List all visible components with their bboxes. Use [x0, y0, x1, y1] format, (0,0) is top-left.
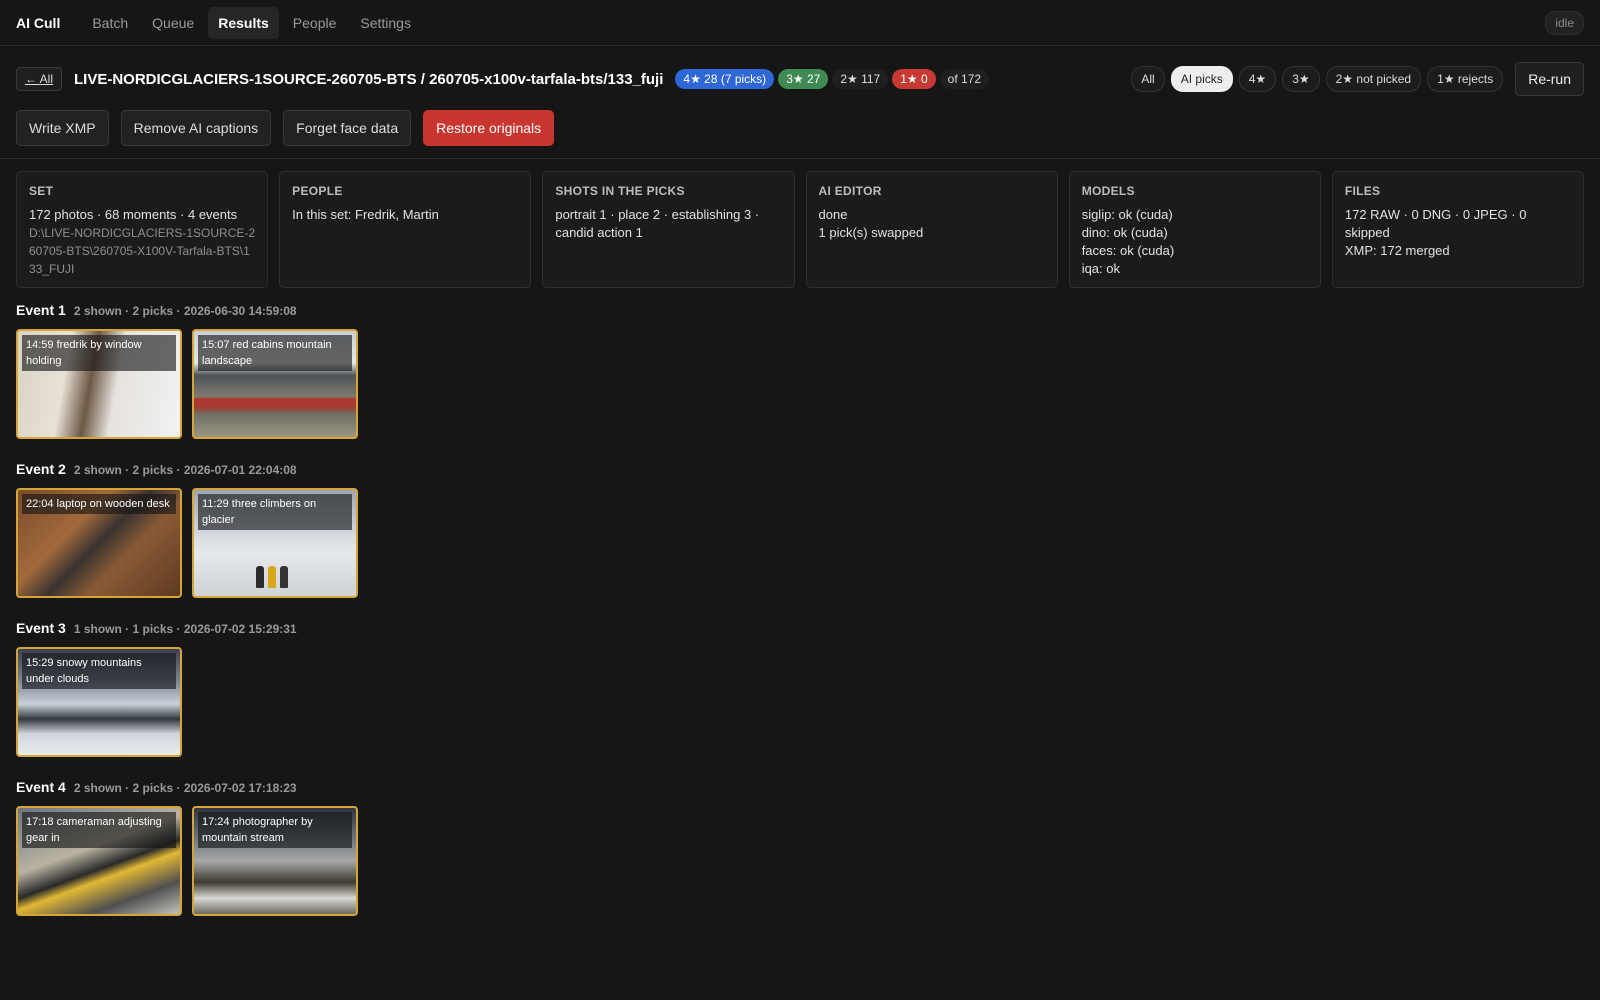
photo-caption: 15:29 snowy mountains under clouds [22, 653, 176, 689]
model-iqa: iqa: ok [1081, 261, 1120, 276]
photo-thumbnail[interactable]: 17:24 photographer by mountain stream [192, 806, 358, 916]
four-star-badge: 4★ 28 (7 picks) [675, 69, 775, 89]
photo-caption: 14:59 fredrik by window holding [22, 335, 176, 371]
total-count: of 172 [939, 69, 990, 89]
page-title: LIVE-NORDICGLACIERS-1SOURCE-260705-BTS /… [74, 70, 664, 88]
nav-batch[interactable]: Batch [82, 7, 138, 39]
nav-queue[interactable]: Queue [142, 7, 204, 39]
write-xmp-button[interactable]: Write XMP [16, 110, 109, 146]
editor-status: done [818, 207, 848, 222]
photo-caption: 17:24 photographer by mountain stream [198, 812, 352, 848]
people-list: In this set: Fredrik, Martin [292, 207, 439, 222]
filter-three-star[interactable]: 3★ [1282, 66, 1320, 92]
photo-caption: 22:04 laptop on wooden desk [22, 494, 176, 514]
files-card: FILES 172 RAW · 0 DNG · 0 JPEG · 0 skipp… [1331, 171, 1585, 288]
event-title: Event 1 [16, 302, 66, 318]
event-meta: 2 shown · 2 picks · 2026-07-02 17:18:23 [73, 781, 297, 795]
event-group: Event 4 2 shown · 2 picks · 2026-07-02 1… [16, 779, 1584, 916]
card-title: MODELS [1081, 184, 1135, 198]
event-meta: 2 shown · 2 picks · 2026-06-30 14:59:08 [73, 304, 297, 318]
model-siglip: siglip: ok (cuda) [1081, 207, 1173, 222]
event-title: Event 4 [16, 779, 66, 795]
shots-summary: portrait 1 · place 2 · establishing 3 · … [555, 207, 760, 240]
three-star-badge: 3★ 27 [778, 69, 829, 89]
filter-bar: All AI picks 4★ 3★ 2★ not picked 1★ reje… [1131, 62, 1584, 96]
results-header: ← All LIVE-NORDICGLACIERS-1SOURCE-260705… [0, 46, 1600, 159]
climber-figure [268, 566, 276, 588]
people-card: PEOPLE In this set: Fredrik, Martin [279, 171, 532, 288]
top-bar: AI Cull Batch Queue Results People Setti… [0, 0, 1600, 46]
ai-editor-card: AI EDITOR done 1 pick(s) swapped [805, 171, 1058, 288]
event-title: Event 2 [16, 461, 66, 477]
event-group: Event 2 2 shown · 2 picks · 2026-07-01 2… [16, 461, 1584, 598]
photo-thumbnail[interactable]: 22:04 laptop on wooden desk [16, 488, 182, 598]
set-summary: 172 photos · 68 moments · 4 events [29, 207, 238, 222]
app-title: AI Cull [16, 14, 61, 31]
card-title: PEOPLE [292, 184, 343, 198]
nav-results[interactable]: Results [208, 6, 279, 39]
events-list: Event 1 2 shown · 2 picks · 2026-06-30 1… [0, 288, 1600, 916]
forget-face-data-button[interactable]: Forget face data [283, 110, 412, 146]
filter-all[interactable]: All [1131, 66, 1165, 92]
photo-thumbnail[interactable]: 14:59 fredrik by window holding [16, 329, 182, 439]
photo-caption: 11:29 three climbers on glacier [198, 494, 352, 530]
card-title: SHOTS IN THE PICKS [555, 184, 685, 198]
event-meta: 2 shown · 2 picks · 2026-07-01 22:04:08 [73, 463, 297, 477]
event-group: Event 1 2 shown · 2 picks · 2026-06-30 1… [16, 302, 1584, 439]
nav-settings[interactable]: Settings [350, 7, 421, 39]
event-title: Event 3 [16, 620, 66, 636]
event-group: Event 3 1 shown · 1 picks · 2026-07-02 1… [16, 620, 1584, 757]
event-meta: 1 shown · 1 picks · 2026-07-02 15:29:31 [73, 622, 297, 636]
back-all-button[interactable]: ← All [16, 67, 63, 91]
rerun-button[interactable]: Re-run [1515, 62, 1584, 96]
main-nav: Batch Queue Results People Settings [82, 6, 421, 39]
editor-swaps: 1 pick(s) swapped [818, 225, 924, 240]
photo-caption: 17:18 cameraman adjusting gear in [22, 812, 176, 848]
action-bar: Write XMP Remove AI captions Forget face… [16, 110, 1584, 146]
photo-thumbnail[interactable]: 17:18 cameraman adjusting gear in [16, 806, 182, 916]
filter-two-star-not-picked[interactable]: 2★ not picked [1325, 66, 1422, 92]
remove-ai-captions-button[interactable]: Remove AI captions [120, 110, 272, 146]
status-badge: idle [1545, 10, 1584, 35]
card-title: SET [29, 184, 54, 198]
card-title: FILES [1344, 184, 1381, 198]
two-star-badge: 2★ 117 [832, 69, 889, 89]
restore-originals-button[interactable]: Restore originals [423, 110, 555, 146]
filter-ai-picks[interactable]: AI picks [1170, 66, 1233, 92]
set-path: D:\LIVE-NORDICGLACIERS-1SOURCE-260705-BT… [29, 226, 256, 276]
card-title: AI EDITOR [818, 184, 882, 198]
photo-thumbnail[interactable]: 11:29 three climbers on glacier [192, 488, 358, 598]
filter-four-star[interactable]: 4★ [1238, 66, 1277, 92]
photo-thumbnail[interactable]: 15:07 red cabins mountain landscape [192, 329, 358, 439]
files-counts: 172 RAW · 0 DNG · 0 JPEG · 0 skipped [1344, 207, 1527, 240]
models-card: MODELS siglip: ok (cuda) dino: ok (cuda)… [1068, 171, 1321, 288]
xmp-status: XMP: 172 merged [1344, 243, 1450, 258]
set-card: SET 172 photos · 68 moments · 4 events D… [16, 171, 269, 288]
filter-one-star-rejects[interactable]: 1★ rejects [1427, 66, 1504, 92]
photo-caption: 15:07 red cabins mountain landscape [198, 335, 352, 371]
one-star-badge: 1★ 0 [892, 69, 936, 89]
shots-card: SHOTS IN THE PICKS portrait 1 · place 2 … [542, 171, 795, 288]
nav-people[interactable]: People [283, 7, 347, 39]
summary-cards: SET 172 photos · 68 moments · 4 events D… [0, 159, 1600, 288]
climber-figure [256, 566, 264, 588]
climber-figure [280, 566, 288, 588]
model-faces: faces: ok (cuda) [1081, 243, 1175, 258]
photo-thumbnail[interactable]: 15:29 snowy mountains under clouds [16, 647, 182, 757]
model-dino: dino: ok (cuda) [1081, 225, 1168, 240]
